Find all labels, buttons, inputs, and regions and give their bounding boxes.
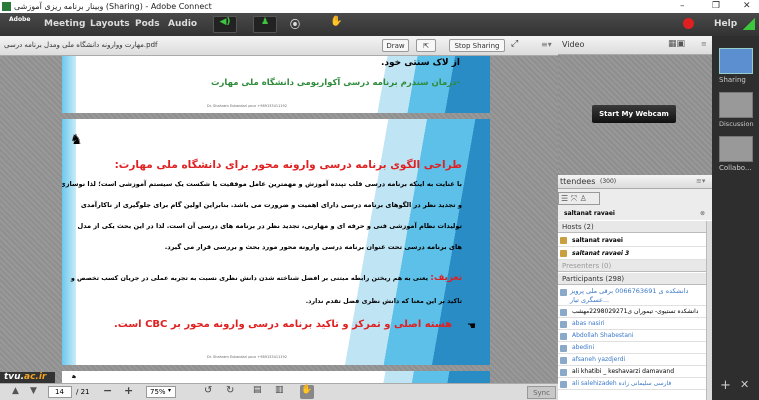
list-item[interactable]: دانشکده تستیوی- تیموران ی2298029271مهشب xyxy=(558,306,706,318)
webcam-icon[interactable]: ⦿ xyxy=(290,16,300,31)
zoom-in-icon[interactable]: + xyxy=(124,384,133,397)
list-item[interactable]: abas nasiri xyxy=(558,318,706,330)
slide-paragraph: و تجدید نظر در الگوهای برنامه درسی دارای… xyxy=(80,201,462,209)
list-item[interactable]: afsaneh yazdjerdi xyxy=(558,354,706,366)
menu-help[interactable]: Help xyxy=(714,19,737,29)
pod-menu-icon[interactable]: ≡ xyxy=(701,40,707,48)
fit-width-icon[interactable]: ▤ xyxy=(253,385,262,395)
file-name: مهارت ووارونه دانشگاه ملی ومدل برنامه در… xyxy=(4,41,158,49)
slide-title: طراحی الگوی برنامه درسی وارونه محور برای… xyxy=(114,159,462,171)
hand-tool-icon[interactable]: ✋ xyxy=(300,385,314,399)
list-item[interactable]: Abdollah Shabestani xyxy=(558,330,706,342)
hosts-section[interactable]: Hosts (2) xyxy=(558,221,706,233)
layouts-sidebar: Sharing Discussion Collabo... + ✕ xyxy=(712,36,759,400)
slide-definition: تعریف: یعنی به هم ریختن رابطه مبتنی بر ا… xyxy=(71,273,462,283)
attendees-count: (300) xyxy=(600,178,617,185)
list-item[interactable]: saltanat ravaei xyxy=(558,234,706,247)
definition-label: تعریف: xyxy=(430,273,462,283)
document-toolbar: ▲ ▼ 14 / 21 − + 75% ▾ ↺ ↻ ▤ ▥ ✋ Sync xyxy=(0,383,558,400)
next-page-icon[interactable]: ▼ xyxy=(30,386,37,396)
title-bar: وبینار برنامه ریزی آموزشی (Sharing) - Ad… xyxy=(0,0,759,13)
layout-sharing-thumbnail[interactable] xyxy=(719,48,753,74)
adobe-logo: Adobe xyxy=(9,16,31,23)
previous-slide: از لاک سنتی خود. -درمان سندرم برنامه درس… xyxy=(62,56,490,113)
menu-pods[interactable]: Pods xyxy=(135,19,160,29)
attendee-search[interactable]: saltanat ravaei ⊗ xyxy=(558,208,712,220)
slide-logo: ♞ xyxy=(70,132,83,148)
video-pod-header: Video ▦▣ ≡ xyxy=(558,36,712,55)
list-item[interactable]: abedini xyxy=(558,342,706,354)
speaker-icon[interactable]: ◀) xyxy=(213,16,237,33)
list-item[interactable]: ali khatibi _ keshavarzi damavand xyxy=(558,366,706,378)
settings-icon[interactable]: ✕ xyxy=(740,378,749,391)
zoom-out-icon[interactable]: − xyxy=(103,384,112,397)
previous-page-icon[interactable]: ▲ xyxy=(12,386,19,396)
menu-layouts[interactable]: Layouts xyxy=(90,19,130,29)
pointer-button[interactable]: ⇱ xyxy=(416,39,436,52)
slide-footer: Dr. Shahram Eskandari pour +989133411192 xyxy=(207,355,287,359)
current-slide: ♞ طراحی الگوی برنامه درسی وارونه محور بر… xyxy=(62,119,490,365)
close-button[interactable]: ✕ xyxy=(743,0,751,13)
attendees-title: ttendees xyxy=(560,177,596,186)
view-options-icon[interactable]: ☰ ⤧ ♙ xyxy=(558,192,600,205)
layout-collaboration[interactable]: Collabo... xyxy=(719,164,759,172)
slide-paragraph: با عنایت به اینکه برنامه درسی قلب تپنده … xyxy=(62,180,462,188)
attendees-pod: ttendees (300) ≡▾ ☰ ⤧ ♙ saltanat ravaei ⊗… xyxy=(558,175,712,400)
stop-sharing-button[interactable]: Stop Sharing xyxy=(449,39,505,52)
next-slide: ﻫ xyxy=(62,371,490,383)
sync-button[interactable]: Sync xyxy=(527,386,556,399)
minimize-button[interactable]: – xyxy=(680,0,685,13)
video-area: Start My Webcam xyxy=(558,55,712,175)
video-pod-title: Video xyxy=(562,40,585,49)
rotate-left-icon[interactable]: ↺ xyxy=(204,385,212,396)
share-pod-header: مهارت ووارونه دانشگاه ملی ومدل برنامه در… xyxy=(0,36,558,56)
share-content: از لاک سنتی خود. -درمان سندرم برنامه درس… xyxy=(0,56,558,383)
menu-audio[interactable]: Audio xyxy=(168,19,197,29)
start-webcam-button[interactable]: Start My Webcam xyxy=(592,105,676,123)
definition-text: یعنی به هم ریختن رابطه مبتنی بر افضل شنا… xyxy=(70,274,428,282)
hand-cursor-icon: ☚ xyxy=(467,321,476,332)
pod-menu-icon[interactable]: ≡▾ xyxy=(541,40,552,49)
page-total: / 21 xyxy=(76,388,90,396)
slide-paragraph: تولیدات نظام آموزشی فنی و حرفه ای و مهار… xyxy=(77,222,462,230)
window-title: وبینار برنامه ریزی آموزشی (Sharing) - Ad… xyxy=(14,2,212,11)
menu-meeting[interactable]: Meeting xyxy=(44,19,85,29)
layout-sharing[interactable]: Sharing xyxy=(719,76,759,84)
search-value: saltanat ravaei xyxy=(564,210,615,217)
attendees-header: ttendees (300) ≡▾ xyxy=(558,175,712,189)
slide-paragraph: های برنامه درسی تحت عنوان برنامه درسی وا… xyxy=(164,243,462,251)
slide-text: از لاک سنتی خود. xyxy=(380,58,460,68)
fit-page-icon[interactable]: ▥ xyxy=(275,385,284,395)
participants-section[interactable]: Participants (298) xyxy=(558,273,706,285)
attendees-toolbar: ☰ ⤧ ♙ xyxy=(558,189,712,208)
raise-hand-icon[interactable]: ✋ xyxy=(330,16,342,27)
microphone-icon[interactable]: ♟ xyxy=(253,16,277,33)
layout-discussion-thumbnail[interactable] xyxy=(719,92,753,118)
page-number-input[interactable]: 14 xyxy=(48,386,72,398)
presenters-section[interactable]: Presenters (0) xyxy=(558,260,706,272)
clear-search-icon[interactable]: ⊗ xyxy=(700,208,705,220)
list-item[interactable]: دانشکده ی 0066763691 برقی ملی پرویز عسگر… xyxy=(558,286,706,306)
rotate-right-icon[interactable]: ↻ xyxy=(226,385,234,396)
chevron-down-icon[interactable]: ▾ xyxy=(168,387,171,394)
slide-footer: Dr. Shahram Eskandari pour +989133411192 xyxy=(207,104,287,108)
slide-definition-2: تاکید بر این معنا که دانش نظری فضل تقدم … xyxy=(305,297,462,305)
fullscreen-icon[interactable]: ⤢ xyxy=(511,39,518,49)
record-icon[interactable] xyxy=(683,18,694,29)
grid-view-icon[interactable]: ▦▣ xyxy=(668,39,685,49)
menu-bar: Adobe Meeting Layouts Pods Audio ◀) ♟ ⦿ … xyxy=(0,13,759,36)
add-layout-icon[interactable]: + xyxy=(720,378,731,393)
layout-collaboration-thumbnail[interactable] xyxy=(719,136,753,162)
list-item[interactable]: ali salehizadeh فارسی سلیمانی زاده xyxy=(558,378,706,390)
slide-core-statement: هسته اصلی و تمرکز و تاکید برنامه درسی وا… xyxy=(113,319,452,330)
pod-menu-icon[interactable]: ≡▾ xyxy=(696,177,705,185)
draw-button[interactable]: Draw xyxy=(382,39,409,52)
zoom-select[interactable]: 75% xyxy=(146,386,176,398)
slide-text: -درمان سندرم برنامه درسی آکواریومی دانشگ… xyxy=(210,78,460,88)
layout-discussion[interactable]: Discussion xyxy=(719,120,759,128)
maximize-button[interactable]: ❐ xyxy=(712,0,720,13)
list-item[interactable]: saltanat ravaei 3 xyxy=(558,247,706,260)
app-icon xyxy=(2,2,11,11)
signal-icon xyxy=(743,18,755,30)
